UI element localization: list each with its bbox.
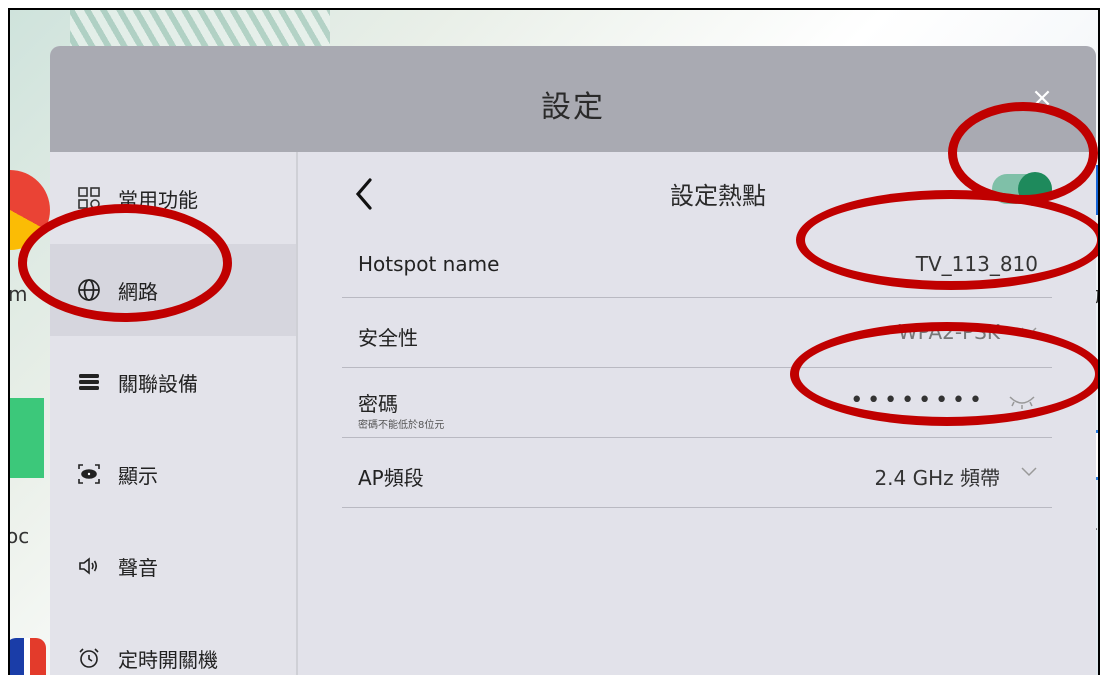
devices-icon (76, 369, 102, 395)
background-app-label: oc (8, 524, 30, 548)
security-row[interactable]: 安全性 WPA2-PSK (342, 298, 1052, 368)
background-app-label: m (8, 282, 28, 306)
hotspot-name-value: TV_113_810 (915, 252, 1038, 276)
settings-sidebar: 常用功能 網路 關聯設備 顯示 聲音 定時開關機 (50, 152, 298, 675)
password-value: •••••••• (850, 388, 986, 413)
hotspot-name-row[interactable]: Hotspot name TV_113_810 (342, 228, 1052, 298)
chevron-down-icon (1021, 327, 1037, 337)
screenshot-frame: m oc 無約 右 設定 × 常用功能 (8, 8, 1100, 675)
password-label: 密碼 (358, 392, 398, 416)
close-button[interactable]: × (1028, 84, 1056, 112)
chrome-app-icon[interactable] (10, 170, 50, 250)
speaker-icon (76, 553, 102, 579)
sidebar-item-label: 聲音 (118, 555, 158, 580)
chevron-down-icon (1021, 467, 1037, 477)
toggle-knob (1018, 172, 1052, 206)
flag-app-icon[interactable] (10, 638, 46, 675)
alarm-clock-icon (76, 645, 102, 671)
globe-icon (76, 277, 102, 303)
eye-display-icon (76, 461, 102, 487)
ap-band-value: 2.4 GHz 頻帶 (874, 466, 1000, 490)
hotspot-settings-panel: 設定熱點 Hotspot name TV_113_810 安全性 WPA2-PS… (300, 152, 1096, 675)
ap-band-row[interactable]: AP頻段 2.4 GHz 頻帶 (342, 438, 1052, 508)
sidebar-item-label: 網路 (118, 279, 158, 304)
sidebar-item-label: 顯示 (118, 463, 158, 488)
sidebar-item-timer[interactable]: 定時開關機 (50, 612, 296, 675)
sidebar-item-display[interactable]: 顯示 (50, 428, 296, 520)
sidebar-item-sound[interactable]: 聲音 (50, 520, 296, 612)
security-label: 安全性 (358, 326, 418, 350)
password-hint: 密碼不能低於8位元 (358, 420, 445, 431)
password-row[interactable]: 密碼 密碼不能低於8位元 •••••••• (342, 368, 1052, 438)
sidebar-item-devices[interactable]: 關聯設備 (50, 336, 296, 428)
sidebar-item-label: 定時開關機 (118, 647, 218, 672)
sidebar-item-common[interactable]: 常用功能 (50, 152, 296, 244)
sidebar-item-network[interactable]: 網路 (50, 244, 296, 336)
sidebar-item-label: 關聯設備 (118, 371, 198, 396)
grid-icon (76, 185, 102, 211)
settings-dialog: 設定 × 常用功能 網路 關聯設備 顯示 聲音 定時開關機 設定熱點 Hotsp… (50, 46, 1096, 675)
dialog-title: 設定 (541, 90, 605, 125)
hotspot-toggle[interactable] (992, 172, 1052, 206)
green-app-icon[interactable] (10, 398, 44, 478)
sidebar-item-label: 常用功能 (118, 187, 198, 212)
panel-title: 設定熱點 (670, 182, 766, 210)
dialog-header: 設定 × (50, 46, 1096, 152)
ap-band-label: AP頻段 (358, 466, 424, 490)
security-value: WPA2-PSK (897, 320, 1000, 344)
hotspot-name-label: Hotspot name (358, 252, 500, 276)
eye-closed-icon[interactable] (1008, 394, 1036, 410)
